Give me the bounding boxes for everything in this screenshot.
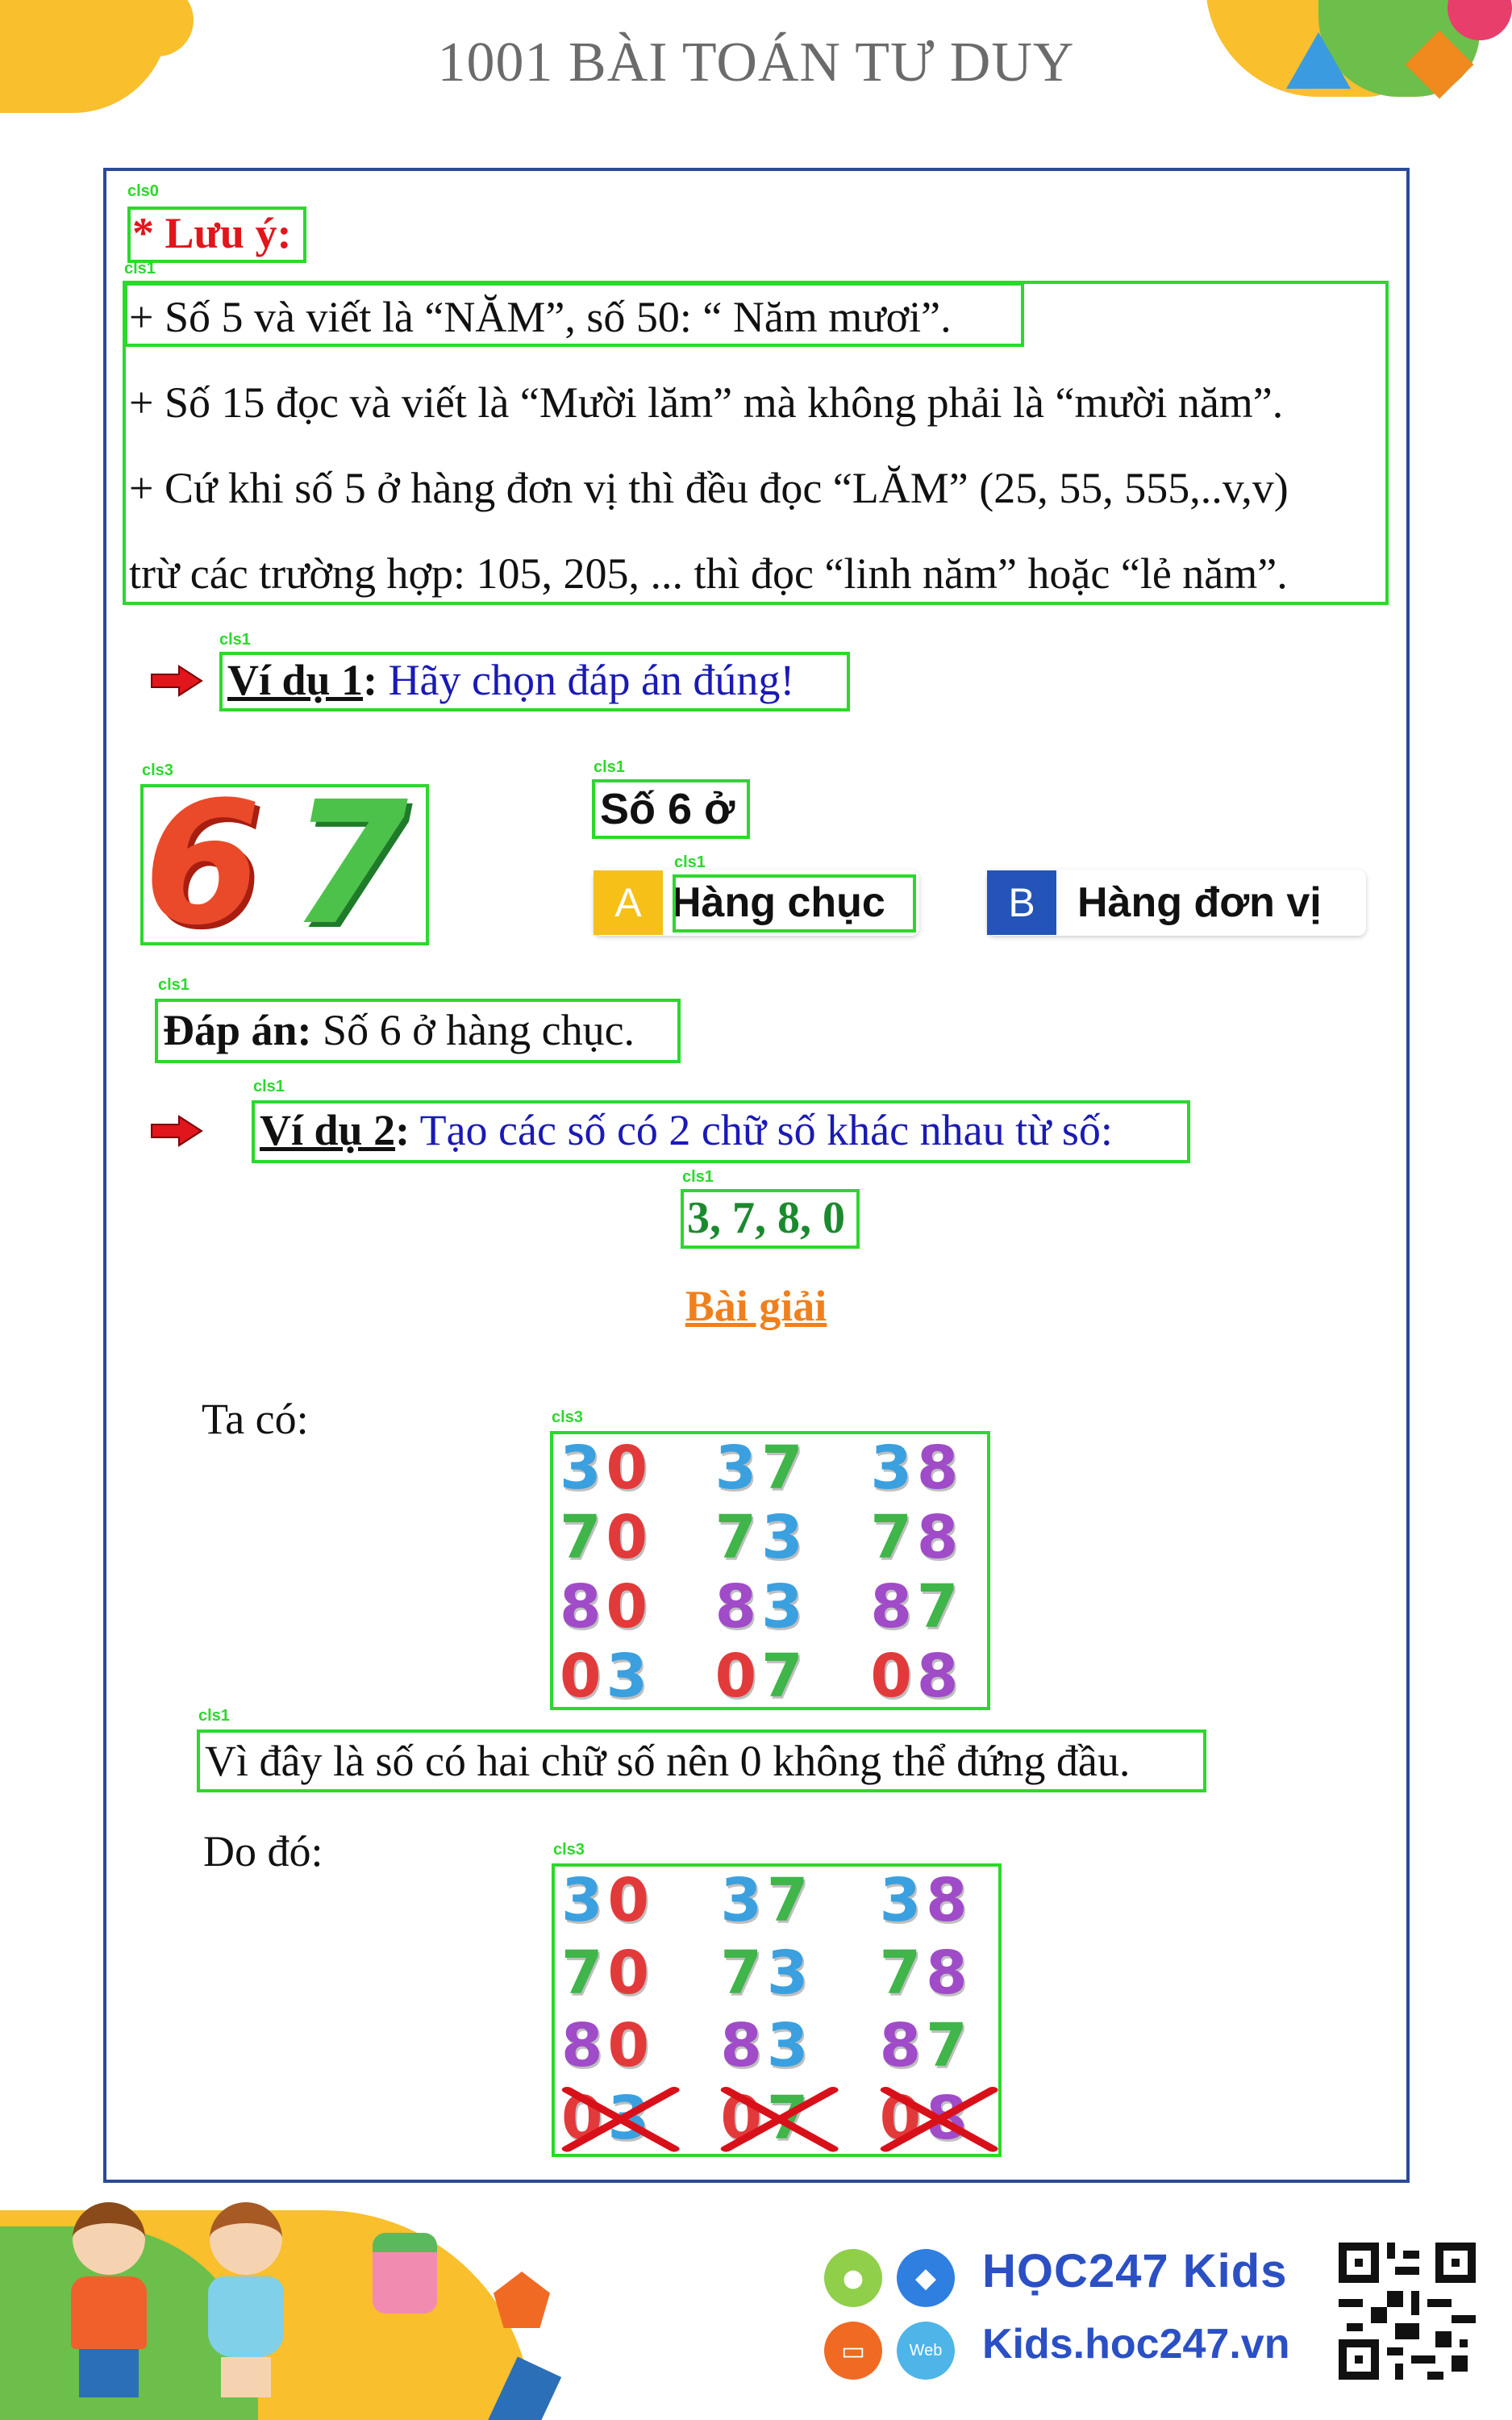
number-07: 07 <box>714 1642 808 1711</box>
arrow-right-icon <box>151 665 203 697</box>
note-line-4: trừ các trường hợp: 105, 205, ... thì đọ… <box>129 549 1288 598</box>
do-do-label: Do đó: <box>203 1827 323 1876</box>
example1-colon: : <box>363 656 378 704</box>
numbers-grid-all: 30 37 38 70 73 78 80 83 87 03 07 08 <box>560 1434 987 1710</box>
example1-prompt: Hãy chọn đáp án đúng! <box>377 656 795 704</box>
annotation-tag: cls3 <box>552 1408 583 1426</box>
option-b-letter: B <box>987 870 1056 935</box>
example2-digits: 3, 7, 8, 0 <box>687 1193 845 1243</box>
number-73: 73 <box>720 1938 814 2008</box>
ta-co-label: Ta có: <box>202 1395 309 1443</box>
backpack-icon <box>373 2233 437 2314</box>
number-08: 08 <box>870 1642 964 1711</box>
example1-answer: Đáp án: Số 6 ở hàng chục. <box>163 1008 635 1052</box>
number-07: 07 <box>720 2084 839 2152</box>
number-37: 37 <box>714 1433 808 1503</box>
solution-title: Bài giải <box>685 1282 827 1330</box>
annotation-tag: cls1 <box>682 1168 714 1186</box>
note-title: * Lưu ý: <box>132 209 292 257</box>
number-70: 70 <box>561 1938 654 2008</box>
annotation-tag: cls1 <box>674 853 706 871</box>
number-37: 37 <box>720 1866 814 1935</box>
number-30: 30 <box>561 1866 654 1935</box>
annotation-tag: cls0 <box>127 182 159 200</box>
example1-heading: Ví dụ 1: Hãy chọn đáp án đúng! <box>227 658 794 702</box>
example1-question: Số 6 ở <box>600 785 735 833</box>
number-03: 03 <box>561 2084 680 2152</box>
big-digit-7: 7 <box>290 765 409 962</box>
annotation-tag: cls1 <box>253 1078 285 1095</box>
number-38: 38 <box>879 1866 973 1935</box>
answer-label: Đáp án: <box>163 1006 312 1054</box>
example2-colon: : <box>395 1106 410 1154</box>
answer-text: Số 6 ở hàng chục. <box>311 1006 635 1054</box>
web-icon[interactable]: Web <box>897 2322 955 2380</box>
pentagon-icon <box>494 2272 550 2328</box>
number-78: 78 <box>870 1503 964 1572</box>
cross-out-icon <box>721 2086 839 2152</box>
annotation-tag: cls3 <box>553 1841 585 1859</box>
number-08: 08 <box>880 2084 998 2152</box>
page-title: 1001 BÀI TOÁN TƯ DUY <box>437 31 1075 94</box>
annotation-tag: cls1 <box>124 260 156 277</box>
annotation-tag: cls1 <box>198 1707 230 1725</box>
note-line-2: + Số 15 đọc và viết là “Mười lăm” mà khô… <box>129 378 1284 427</box>
example2-prompt: Tạo các số có 2 chữ số khác nhau từ số: <box>410 1106 1113 1154</box>
number-83: 83 <box>714 1572 808 1642</box>
annotation-tag: cls1 <box>158 976 190 994</box>
annotation-box <box>673 874 916 933</box>
number-80: 80 <box>560 1572 652 1642</box>
annotation-tag: cls1 <box>219 631 251 649</box>
example2-heading: Ví dụ 2: Tạo các số có 2 chữ số khác nha… <box>260 1108 1113 1152</box>
android-apple-icon[interactable]: ● <box>824 2249 882 2307</box>
annotation-tag: cls1 <box>594 758 625 776</box>
desktop-icon[interactable]: ▭ <box>824 2322 882 2380</box>
cross-out-icon <box>880 2086 998 2152</box>
fox-mascot-icon[interactable]: ◆ <box>897 2249 955 2307</box>
note-line-3: + Cứ khi số 5 ở hàng đơn vị thì đều đọc … <box>129 464 1289 512</box>
number-83: 83 <box>720 2011 814 2080</box>
number-78: 78 <box>879 1938 973 2008</box>
option-a-letter: A <box>594 870 663 935</box>
number-87: 87 <box>870 1572 964 1642</box>
example2-label: Ví dụ 2 <box>260 1106 396 1154</box>
kid-boy-icon <box>65 2202 153 2412</box>
number-87: 87 <box>879 2011 973 2080</box>
number-30: 30 <box>560 1433 652 1503</box>
example1-label: Ví dụ 1 <box>227 656 364 704</box>
website-link[interactable]: Kids.hoc247.vn <box>982 2320 1289 2368</box>
note-line-1: + Số 5 và viết là “NĂM”, số 50: “ Năm mư… <box>129 293 952 341</box>
qr-code[interactable] <box>1339 2243 1476 2380</box>
option-b-label: Hàng đơn vị <box>1077 879 1322 926</box>
option-b-button[interactable]: B Hàng đơn vị <box>987 870 1366 936</box>
arrow-right-icon <box>151 1115 203 1147</box>
explanation-text: Vì đây là số có hai chữ số nên 0 không t… <box>205 1737 1131 1785</box>
number-38: 38 <box>870 1433 964 1503</box>
numbers-grid-final: 30 37 38 70 73 78 80 83 87 03 07 08 <box>561 1867 998 2152</box>
kid-girl-icon <box>202 2202 290 2412</box>
number-73: 73 <box>714 1503 808 1572</box>
cross-out-icon <box>561 2086 680 2152</box>
big-digit-6: 6 <box>144 765 262 962</box>
number-70: 70 <box>560 1503 652 1572</box>
brand-logo[interactable]: HỌC247 Kids <box>982 2244 1287 2298</box>
number-03: 03 <box>560 1642 652 1711</box>
number-80: 80 <box>561 2011 654 2080</box>
